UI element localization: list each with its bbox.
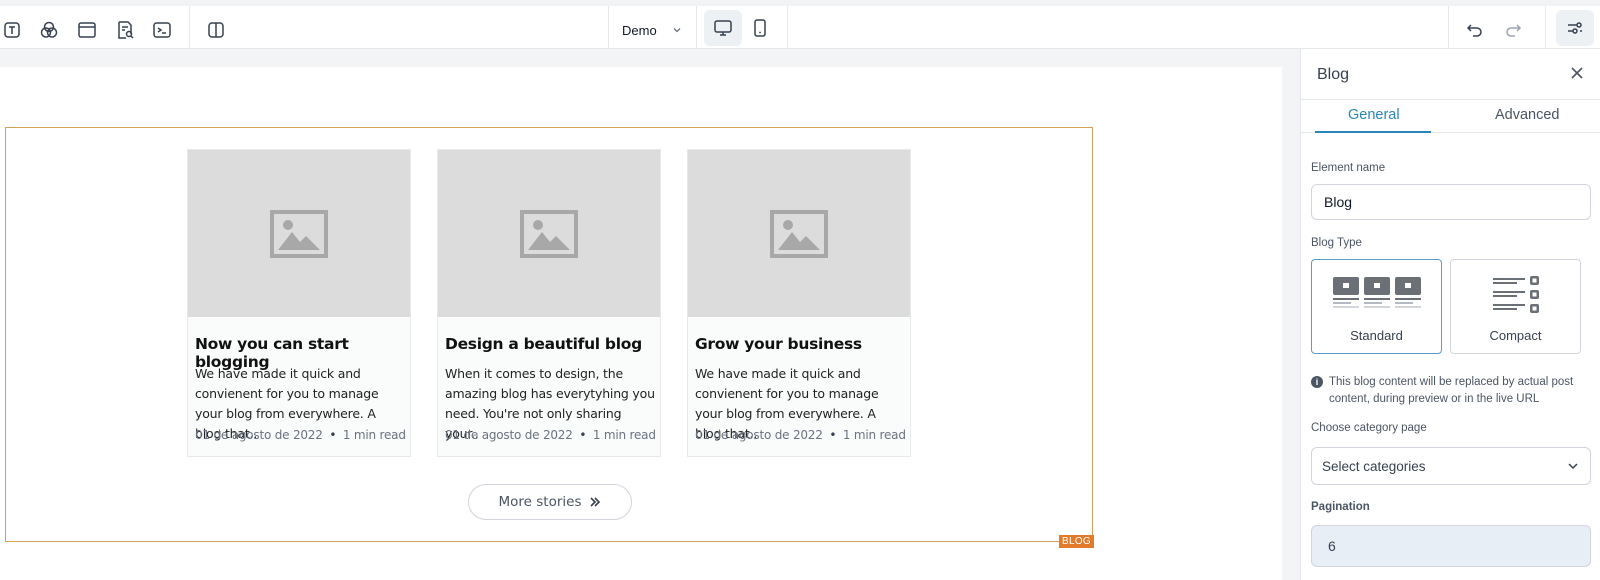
pagination-value: 6 — [1328, 538, 1336, 554]
element-name-label: Element name — [1311, 162, 1386, 174]
category-label: Choose category page — [1311, 422, 1427, 434]
canvas-page: Now you can start blogging We have made … — [0, 67, 1282, 580]
tab-advanced[interactable]: Advanced — [1495, 107, 1560, 123]
desktop-icon — [714, 20, 732, 36]
chevron-down-icon — [1568, 463, 1578, 470]
settings-panel: Blog General Advanced Element name Blog … — [1300, 49, 1600, 580]
image-placeholder — [688, 150, 910, 317]
meta-separator: • — [329, 428, 337, 442]
info-icon: i — [1311, 376, 1323, 388]
meta-separator: • — [829, 428, 837, 442]
card-meta: 01 de agosto de 2022 • 1 min read — [445, 428, 656, 442]
page-select-value: Demo — [622, 22, 657, 38]
image-placeholder — [438, 150, 660, 317]
undo-icon[interactable] — [1463, 18, 1487, 42]
blog-card[interactable]: Grow your business We have made it quick… — [687, 149, 911, 457]
panel-title: Blog — [1317, 66, 1350, 83]
card-title: Grow your business — [695, 335, 862, 353]
terminal-icon[interactable] — [150, 18, 174, 42]
chevron-down-icon — [673, 28, 681, 33]
card-date: 01 de agosto de 2022 — [445, 428, 573, 442]
layers-icon[interactable] — [37, 18, 61, 42]
card-read-time: 1 min read — [592, 428, 656, 442]
window-icon[interactable] — [75, 18, 99, 42]
meta-separator: • — [579, 428, 587, 442]
blog-type-standard-label: Standard — [1350, 328, 1403, 343]
element-name-field[interactable]: Blog — [1311, 184, 1591, 220]
page-select[interactable]: Demo — [622, 18, 682, 42]
card-read-time: 1 min read — [842, 428, 906, 442]
image-icon — [270, 209, 328, 258]
columns-icon[interactable] — [204, 18, 228, 42]
card-meta: 01 de agosto de 2022 • 1 min read — [195, 428, 406, 442]
sliders-icon — [1568, 22, 1582, 34]
blog-card[interactable]: Now you can start blogging We have made … — [187, 149, 411, 457]
active-tab-indicator — [1315, 131, 1431, 133]
redo-icon[interactable] — [1501, 18, 1525, 42]
close-icon[interactable] — [1567, 63, 1587, 83]
compact-layout-icon — [1492, 276, 1539, 313]
mobile-icon — [754, 19, 766, 37]
mobile-view-button[interactable] — [741, 10, 779, 46]
image-placeholder — [188, 150, 410, 317]
text-icon[interactable] — [0, 18, 24, 42]
blog-type-compact[interactable]: Compact — [1450, 259, 1581, 354]
blog-type-compact-label: Compact — [1489, 328, 1542, 343]
standard-layout-icon — [1332, 277, 1421, 308]
category-placeholder: Select categories — [1322, 458, 1426, 474]
panel-tabs: General Advanced — [1301, 99, 1600, 133]
blog-type-label: Blog Type — [1311, 237, 1362, 249]
card-date: 01 de agosto de 2022 — [195, 428, 323, 442]
tab-general[interactable]: General — [1348, 107, 1400, 123]
card-read-time: 1 min read — [342, 428, 406, 442]
editor-canvas: Now you can start blogging We have made … — [0, 49, 1282, 580]
pagination-label: Pagination — [1311, 501, 1370, 513]
page-search-icon[interactable] — [113, 18, 137, 42]
info-note: i This blog content will be replaced by … — [1311, 374, 1596, 408]
more-stories-button[interactable]: More stories — [468, 484, 632, 520]
card-title: Design a beautiful blog — [445, 335, 642, 353]
top-toolbar: Demo — [0, 0, 1600, 49]
canvas-gutter — [1282, 49, 1300, 580]
blog-card[interactable]: Design a beautiful blog When it comes to… — [437, 149, 661, 457]
category-select[interactable]: Select categories — [1311, 447, 1591, 485]
image-icon — [770, 209, 828, 258]
element-name-value: Blog — [1324, 194, 1353, 210]
card-date: 01 de agosto de 2022 — [695, 428, 823, 442]
image-icon — [520, 209, 578, 258]
desktop-view-button[interactable] — [704, 10, 742, 46]
blog-element[interactable]: Now you can start blogging We have made … — [5, 127, 1094, 548]
settings-toggle-button[interactable] — [1556, 10, 1594, 46]
blog-type-standard[interactable]: Standard — [1311, 259, 1442, 354]
more-stories-label: More stories — [498, 494, 582, 510]
double-chevron-right-icon — [590, 497, 601, 507]
element-type-tag: BLOG — [1059, 535, 1094, 548]
info-text: This blog content will be replaced by ac… — [1329, 376, 1574, 405]
card-meta: 01 de agosto de 2022 • 1 min read — [695, 428, 906, 442]
pagination-field[interactable]: 6 — [1311, 525, 1591, 567]
